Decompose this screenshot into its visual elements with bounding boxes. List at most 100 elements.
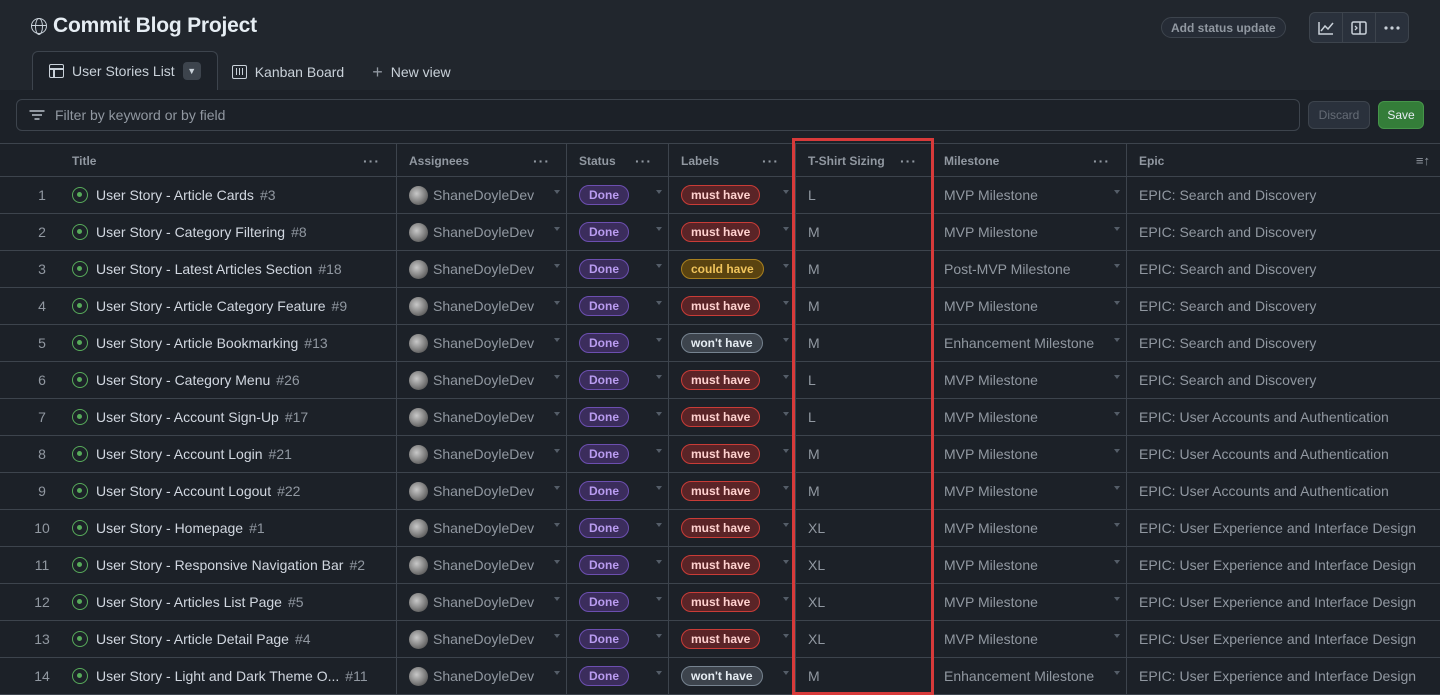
table-row[interactable]: 5 User Story - Article Bookmarking #13 Shan…	[0, 325, 1440, 362]
status-cell[interactable]: Done	[567, 177, 669, 213]
labels-cell[interactable]: must have	[669, 214, 796, 250]
chevron-down-icon[interactable]	[783, 634, 789, 638]
title-cell[interactable]: User Story - Light and Dark Theme O... #1…	[60, 658, 397, 694]
project-title[interactable]: Commit Blog Project	[53, 14, 257, 38]
table-row[interactable]: 7 User Story - Account Sign-Up #17 ShaneDoy…	[0, 399, 1440, 436]
column-menu-icon[interactable]: ···	[1093, 153, 1110, 169]
chevron-down-icon[interactable]	[656, 264, 662, 268]
milestone-cell[interactable]: MVP Milestone	[932, 621, 1127, 657]
milestone-cell[interactable]: MVP Milestone	[932, 362, 1127, 398]
milestone-cell[interactable]: MVP Milestone	[932, 288, 1127, 324]
title-cell[interactable]: User Story - Account Logout #22	[60, 473, 397, 509]
chevron-down-icon[interactable]	[1114, 338, 1120, 342]
status-cell[interactable]: Done	[567, 658, 669, 694]
epic-cell[interactable]: EPIC: Search and Discovery	[1127, 214, 1440, 250]
chevron-down-icon[interactable]	[1114, 671, 1120, 675]
chevron-down-icon[interactable]	[783, 486, 789, 490]
column-menu-icon[interactable]: ···	[533, 153, 550, 169]
chevron-down-icon[interactable]	[783, 338, 789, 342]
chevron-down-icon[interactable]	[656, 486, 662, 490]
table-row[interactable]: 4 User Story - Article Category Feature #9…	[0, 288, 1440, 325]
chevron-down-icon[interactable]	[1114, 634, 1120, 638]
column-menu-icon[interactable]: ···	[635, 153, 652, 169]
title-cell[interactable]: User Story - Latest Articles Section #18	[60, 251, 397, 287]
chevron-down-icon[interactable]	[554, 560, 560, 564]
status-cell[interactable]: Done	[567, 325, 669, 361]
chevron-down-icon[interactable]	[554, 412, 560, 416]
tshirt-size-cell[interactable]: XL	[796, 584, 932, 620]
labels-cell[interactable]: must have	[669, 288, 796, 324]
title-cell[interactable]: User Story - Article Bookmarking #13	[60, 325, 397, 361]
issue-title[interactable]: User Story - Article Bookmarking	[96, 335, 298, 351]
chevron-down-icon[interactable]	[1114, 375, 1120, 379]
epic-cell[interactable]: EPIC: User Experience and Interface Desi…	[1127, 547, 1440, 583]
tshirt-size-cell[interactable]: L	[796, 362, 932, 398]
chevron-down-icon[interactable]	[656, 560, 662, 564]
labels-cell[interactable]: could have	[669, 251, 796, 287]
column-header-milestone[interactable]: Milestone ···	[932, 144, 1127, 177]
chevron-down-icon[interactable]	[656, 523, 662, 527]
column-menu-icon[interactable]: ···	[363, 153, 380, 169]
issue-title[interactable]: User Story - Article Category Feature	[96, 298, 326, 314]
labels-cell[interactable]: must have	[669, 177, 796, 213]
chevron-down-icon[interactable]	[783, 301, 789, 305]
chevron-down-icon[interactable]	[656, 375, 662, 379]
chevron-down-icon[interactable]	[783, 375, 789, 379]
tshirt-size-cell[interactable]: XL	[796, 547, 932, 583]
tshirt-size-cell[interactable]: M	[796, 325, 932, 361]
table-row[interactable]: 8 User Story - Account Login #21 ShaneDoyle…	[0, 436, 1440, 473]
chevron-down-icon[interactable]	[554, 449, 560, 453]
filter-input[interactable]: Filter by keyword or by field	[16, 99, 1300, 131]
assignee-cell[interactable]: ShaneDoyleDev	[397, 251, 567, 287]
chevron-down-icon[interactable]	[554, 190, 560, 194]
title-cell[interactable]: User Story - Account Login #21	[60, 436, 397, 472]
epic-cell[interactable]: EPIC: Search and Discovery	[1127, 177, 1440, 213]
add-status-update-button[interactable]: Add status update	[1161, 17, 1286, 38]
assignee-cell[interactable]: ShaneDoyleDev	[397, 362, 567, 398]
new-view-button[interactable]: + New view	[358, 53, 464, 90]
issue-title[interactable]: User Story - Account Login	[96, 446, 263, 462]
issue-title[interactable]: User Story - Responsive Navigation Bar	[96, 557, 343, 573]
tshirt-size-cell[interactable]: XL	[796, 510, 932, 546]
chevron-down-icon[interactable]	[1114, 190, 1120, 194]
issue-title[interactable]: User Story - Category Menu	[96, 372, 270, 388]
labels-cell[interactable]: must have	[669, 547, 796, 583]
epic-cell[interactable]: EPIC: User Accounts and Authentication	[1127, 473, 1440, 509]
chevron-down-icon[interactable]	[554, 671, 560, 675]
issue-title[interactable]: User Story - Light and Dark Theme O...	[96, 668, 339, 684]
labels-cell[interactable]: won't have	[669, 658, 796, 694]
status-cell[interactable]: Done	[567, 251, 669, 287]
status-cell[interactable]: Done	[567, 288, 669, 324]
chevron-down-icon[interactable]	[783, 449, 789, 453]
side-panel-icon[interactable]	[1343, 13, 1376, 42]
chevron-down-icon[interactable]	[783, 190, 789, 194]
labels-cell[interactable]: won't have	[669, 325, 796, 361]
assignee-cell[interactable]: ShaneDoyleDev	[397, 510, 567, 546]
issue-title[interactable]: User Story - Account Logout	[96, 483, 271, 499]
assignee-cell[interactable]: ShaneDoyleDev	[397, 177, 567, 213]
epic-cell[interactable]: EPIC: User Experience and Interface Desi…	[1127, 621, 1440, 657]
table-row[interactable]: 10 User Story - Homepage #1 ShaneDoyleDev Do…	[0, 510, 1440, 547]
chevron-down-icon[interactable]	[554, 486, 560, 490]
table-row[interactable]: 2 User Story - Category Filtering #8 ShaneD…	[0, 214, 1440, 251]
title-cell[interactable]: User Story - Homepage #1	[60, 510, 397, 546]
chevron-down-icon[interactable]	[783, 597, 789, 601]
column-header-assignees[interactable]: Assignees ···	[397, 144, 567, 177]
title-cell[interactable]: User Story - Article Cards #3	[60, 177, 397, 213]
column-menu-icon[interactable]: ···	[900, 153, 917, 169]
tshirt-size-cell[interactable]: M	[796, 288, 932, 324]
title-cell[interactable]: User Story - Article Category Feature #9	[60, 288, 397, 324]
assignee-cell[interactable]: ShaneDoyleDev	[397, 214, 567, 250]
title-cell[interactable]: User Story - Articles List Page #5	[60, 584, 397, 620]
column-header-title[interactable]: Title ···	[60, 144, 397, 177]
milestone-cell[interactable]: Enhancement Milestone	[932, 325, 1127, 361]
labels-cell[interactable]: must have	[669, 621, 796, 657]
table-row[interactable]: 13 User Story - Article Detail Page #4 Shan…	[0, 621, 1440, 658]
labels-cell[interactable]: must have	[669, 584, 796, 620]
milestone-cell[interactable]: Enhancement Milestone	[932, 658, 1127, 694]
epic-cell[interactable]: EPIC: User Experience and Interface Desi…	[1127, 584, 1440, 620]
chevron-down-icon[interactable]	[1114, 560, 1120, 564]
tshirt-size-cell[interactable]: M	[796, 658, 932, 694]
milestone-cell[interactable]: MVP Milestone	[932, 436, 1127, 472]
issue-title[interactable]: User Story - Category Filtering	[96, 224, 285, 240]
